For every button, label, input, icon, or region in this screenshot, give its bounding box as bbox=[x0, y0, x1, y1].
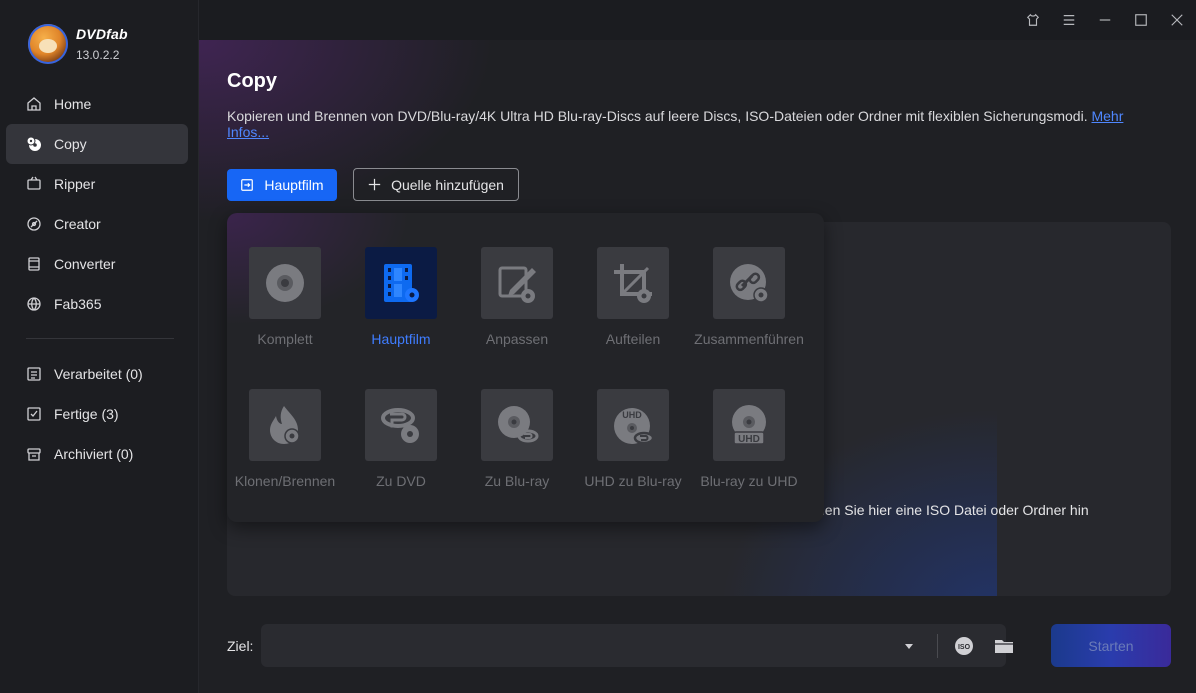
uhd-to-bluray-icon: UHD bbox=[597, 389, 669, 461]
mode-label: Zu Blu-ray bbox=[484, 473, 550, 489]
sidebar-item-ripper[interactable]: Ripper bbox=[6, 164, 188, 204]
sidebar-item-fertige[interactable]: Fertige (3) bbox=[6, 394, 188, 434]
main-panel: Copy Kopieren und Brennen von DVD/Blu-ra… bbox=[199, 40, 1196, 693]
sidebar-item-label: Fertige (3) bbox=[54, 406, 119, 422]
brand: DVDfab 13.0.2.2 bbox=[28, 24, 128, 64]
svg-text:UHD: UHD bbox=[622, 410, 642, 420]
sidebar-item-label: Archiviert (0) bbox=[54, 446, 134, 462]
sidebar: DVDfab 13.0.2.2 Home Copy Ripper Creator… bbox=[0, 0, 199, 693]
bluray-to-uhd-icon: UHD bbox=[713, 389, 785, 461]
ziel-field[interactable]: ISO bbox=[261, 624, 1013, 667]
maximize-button[interactable] bbox=[1130, 9, 1152, 31]
skin-button[interactable] bbox=[1022, 9, 1044, 31]
sidebar-item-home[interactable]: Home bbox=[6, 84, 188, 124]
add-source-label: Quelle hinzufügen bbox=[391, 176, 504, 193]
chevron-down-icon[interactable] bbox=[902, 639, 916, 653]
minimize-icon bbox=[1099, 19, 1111, 21]
mode-anpassen[interactable]: Anpassen bbox=[459, 247, 575, 347]
copy-disc-icon bbox=[24, 134, 44, 154]
queue-nav: Verarbeitet (0) Fertige (3) Archiviert (… bbox=[6, 354, 188, 474]
ziel-label: Ziel: bbox=[227, 638, 254, 654]
ripper-icon bbox=[24, 174, 44, 194]
mode-zu-dvd[interactable]: Zu DVD bbox=[343, 389, 459, 489]
sidebar-item-label: Converter bbox=[54, 256, 116, 272]
mode-hauptfilm[interactable]: Hauptfilm bbox=[343, 247, 459, 347]
drop-hint: hen Sie hier eine ISO Datei oder Ordner … bbox=[817, 502, 1089, 518]
mode-label: Hauptfilm bbox=[371, 331, 431, 347]
mode-label: Zusammenführen bbox=[694, 331, 804, 347]
sidebar-item-label: Creator bbox=[54, 216, 101, 232]
crop-icon bbox=[597, 247, 669, 319]
mode-uhd-zu-bluray[interactable]: UHD UHD zu Blu-ray bbox=[575, 389, 691, 489]
menu-icon bbox=[1063, 15, 1075, 25]
sidebar-divider bbox=[26, 338, 174, 339]
creator-icon bbox=[24, 214, 44, 234]
start-button[interactable]: Starten bbox=[1051, 624, 1171, 667]
close-button[interactable] bbox=[1166, 9, 1188, 31]
home-icon bbox=[24, 94, 44, 114]
sidebar-item-label: Fab365 bbox=[54, 296, 102, 312]
disc-icon bbox=[249, 247, 321, 319]
sidebar-item-converter[interactable]: Converter bbox=[6, 244, 188, 284]
add-source-button[interactable]: Quelle hinzufügen bbox=[353, 168, 519, 201]
mode-label: Komplett bbox=[257, 331, 313, 347]
mode-zusammenfuehren[interactable]: Zusammenführen bbox=[691, 247, 807, 347]
page-title: Copy bbox=[227, 70, 277, 92]
skin-icon bbox=[1026, 13, 1040, 26]
maximize-icon bbox=[1135, 14, 1147, 26]
page-description: Kopieren und Brennen von DVD/Blu-ray/4K … bbox=[227, 108, 1157, 140]
fab365-icon bbox=[24, 294, 44, 314]
mode-label: Aufteilen bbox=[605, 331, 661, 347]
sidebar-item-creator[interactable]: Creator bbox=[6, 204, 188, 244]
app-version: 13.0.2.2 bbox=[76, 48, 120, 62]
mode-label: UHD zu Blu-ray bbox=[584, 473, 682, 489]
plus-icon bbox=[368, 178, 381, 191]
to-bluray-icon bbox=[481, 389, 553, 461]
finished-icon bbox=[24, 404, 44, 424]
minimize-button[interactable] bbox=[1094, 9, 1116, 31]
sidebar-item-label: Home bbox=[54, 96, 92, 112]
mode-zu-bluray[interactable]: Zu Blu-ray bbox=[459, 389, 575, 489]
sidebar-item-fab365[interactable]: Fab365 bbox=[6, 284, 188, 324]
iso-text: ISO bbox=[958, 644, 971, 651]
sidebar-item-label: Ripper bbox=[54, 176, 96, 192]
copy-mode-label: Hauptfilm bbox=[264, 177, 324, 193]
title-bar bbox=[199, 0, 1196, 40]
edit-icon bbox=[481, 247, 553, 319]
mode-label: Blu-ray zu UHD bbox=[700, 473, 798, 489]
copy-mode-button[interactable]: Hauptfilm bbox=[227, 169, 337, 201]
link-icon bbox=[713, 247, 785, 319]
mode-label: Klonen/Brennen bbox=[234, 473, 336, 489]
ziel-separator bbox=[937, 634, 938, 658]
mode-label: Zu DVD bbox=[376, 473, 426, 489]
bluray-to-dvd-icon bbox=[365, 389, 437, 461]
main-nav: Home Copy Ripper Creator Converter Fab36… bbox=[6, 84, 188, 324]
folder-icon[interactable] bbox=[994, 636, 1014, 656]
flame-icon bbox=[249, 389, 321, 461]
close-icon bbox=[1171, 14, 1183, 26]
description-text: Kopieren und Brennen von DVD/Blu-ray/4K … bbox=[227, 108, 1088, 124]
mode-switch-icon bbox=[241, 179, 254, 191]
menu-button[interactable] bbox=[1058, 9, 1080, 31]
sidebar-item-label: Verarbeitet (0) bbox=[54, 366, 143, 382]
film-icon bbox=[365, 247, 437, 319]
processing-list-icon bbox=[24, 364, 44, 384]
copy-mode-popup: Komplett Hauptfilm Anpassen Aufteilen Zu bbox=[227, 213, 824, 522]
iso-output-icon[interactable]: ISO bbox=[954, 636, 974, 656]
mode-aufteilen[interactable]: Aufteilen bbox=[575, 247, 691, 347]
sidebar-item-verarbeitet[interactable]: Verarbeitet (0) bbox=[6, 354, 188, 394]
mode-label: Anpassen bbox=[485, 331, 549, 347]
sidebar-item-archiviert[interactable]: Archiviert (0) bbox=[6, 434, 188, 474]
archive-icon bbox=[24, 444, 44, 464]
sidebar-item-copy[interactable]: Copy bbox=[6, 124, 188, 164]
sidebar-item-label: Copy bbox=[54, 136, 87, 152]
svg-text:UHD: UHD bbox=[738, 434, 760, 445]
dvdfab-logo bbox=[28, 24, 68, 64]
app-name: DVDfab bbox=[76, 26, 128, 42]
mode-bluray-zu-uhd[interactable]: UHD Blu-ray zu UHD bbox=[691, 389, 807, 489]
mode-komplett[interactable]: Komplett bbox=[227, 247, 343, 347]
mode-klonen-brennen[interactable]: Klonen/Brennen bbox=[227, 389, 343, 489]
converter-icon bbox=[24, 254, 44, 274]
